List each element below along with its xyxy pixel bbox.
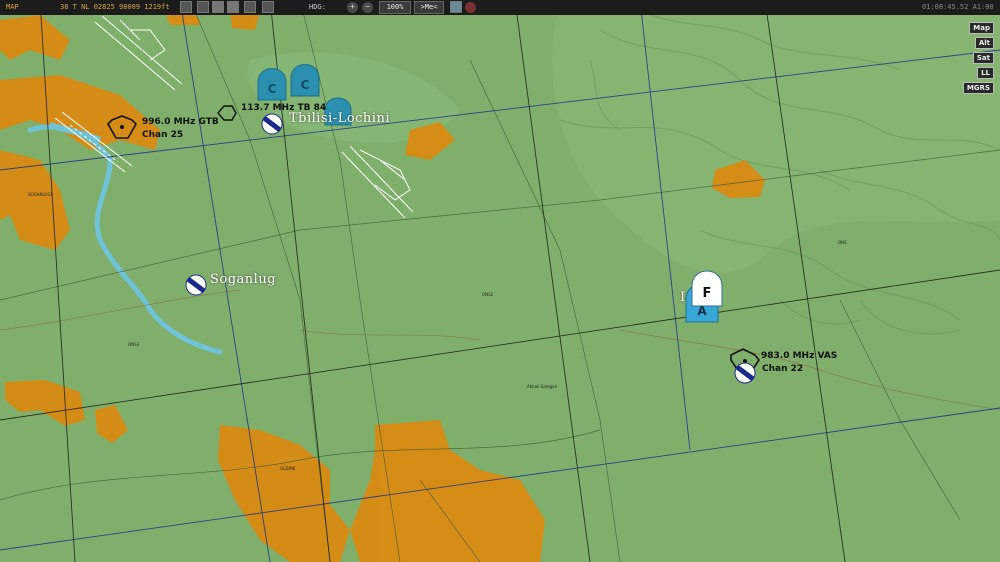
unit-f-icon: F — [691, 270, 723, 307]
mode-label: MAP — [6, 3, 19, 11]
zoom-in-icon[interactable]: + — [347, 2, 358, 13]
top-toolbar: MAP 38 T NL 02825 98009 1219ft HDG: + − … — [0, 0, 1000, 15]
beacon-chan-label: Chan 22 — [762, 364, 804, 374]
airfield-icon — [261, 113, 283, 135]
tactical-map[interactable]: SOGANLUGI ONS GLDANI Akhali-Samgori ONS2… — [0, 0, 1000, 562]
town-label: Akhali-Samgori — [527, 384, 557, 389]
svg-text:C: C — [301, 78, 310, 92]
aircraft-view-icon[interactable] — [227, 1, 239, 13]
aircraft-view-icon[interactable] — [212, 1, 224, 13]
heading-label: HDG: — [309, 3, 326, 11]
map-type-map[interactable]: Map — [969, 22, 994, 34]
map-type-mgrs[interactable]: MGRS — [962, 82, 994, 94]
unit-c-icon: C — [290, 64, 320, 97]
svg-text:C: C — [268, 82, 277, 96]
layer-button[interactable] — [244, 1, 256, 13]
town-label: ONS2 — [482, 292, 494, 297]
beacon-freq-label: 996.0 MHz GTB — [142, 117, 219, 127]
airfield-label-soganlug[interactable]: Soganlug — [210, 272, 276, 287]
airfield-icon — [734, 362, 756, 384]
zoom-out-icon[interactable]: − — [362, 2, 373, 13]
map-type-sat[interactable]: Sat — [972, 52, 994, 64]
layer-button[interactable] — [262, 1, 274, 13]
airfield-label[interactable]: I — [680, 290, 686, 305]
beacon-freq-label: 983.0 MHz VAS — [761, 351, 838, 361]
town-label: SOGANLUGI — [28, 192, 52, 197]
cursor-coords: 38 T NL 02825 98009 1219ft — [60, 3, 170, 11]
svg-text:F: F — [703, 286, 712, 301]
airfield-label-tbilisi[interactable]: Tbilisi-Lochini — [289, 111, 390, 126]
beacon-chan-label: Chan 25 — [142, 130, 184, 140]
map-type-alt[interactable]: Alt — [974, 37, 994, 49]
map-thumb-icon[interactable] — [450, 1, 462, 13]
close-icon[interactable] — [465, 2, 476, 13]
town-label: GLDANI — [280, 466, 295, 471]
town-label: ONS3 — [128, 342, 140, 347]
airfield-icon — [185, 274, 207, 296]
zoom-level[interactable]: 100% — [379, 1, 411, 14]
map-type-ll[interactable]: LL — [977, 67, 994, 79]
mission-time: 01:08:45.52 A1:00 — [922, 3, 994, 11]
view-button[interactable] — [197, 1, 209, 13]
view-button[interactable] — [180, 1, 192, 13]
town-label: ONS — [838, 240, 847, 245]
center-on-me-button[interactable]: >Me< — [414, 1, 444, 14]
unit-c-icon: C — [257, 68, 287, 101]
